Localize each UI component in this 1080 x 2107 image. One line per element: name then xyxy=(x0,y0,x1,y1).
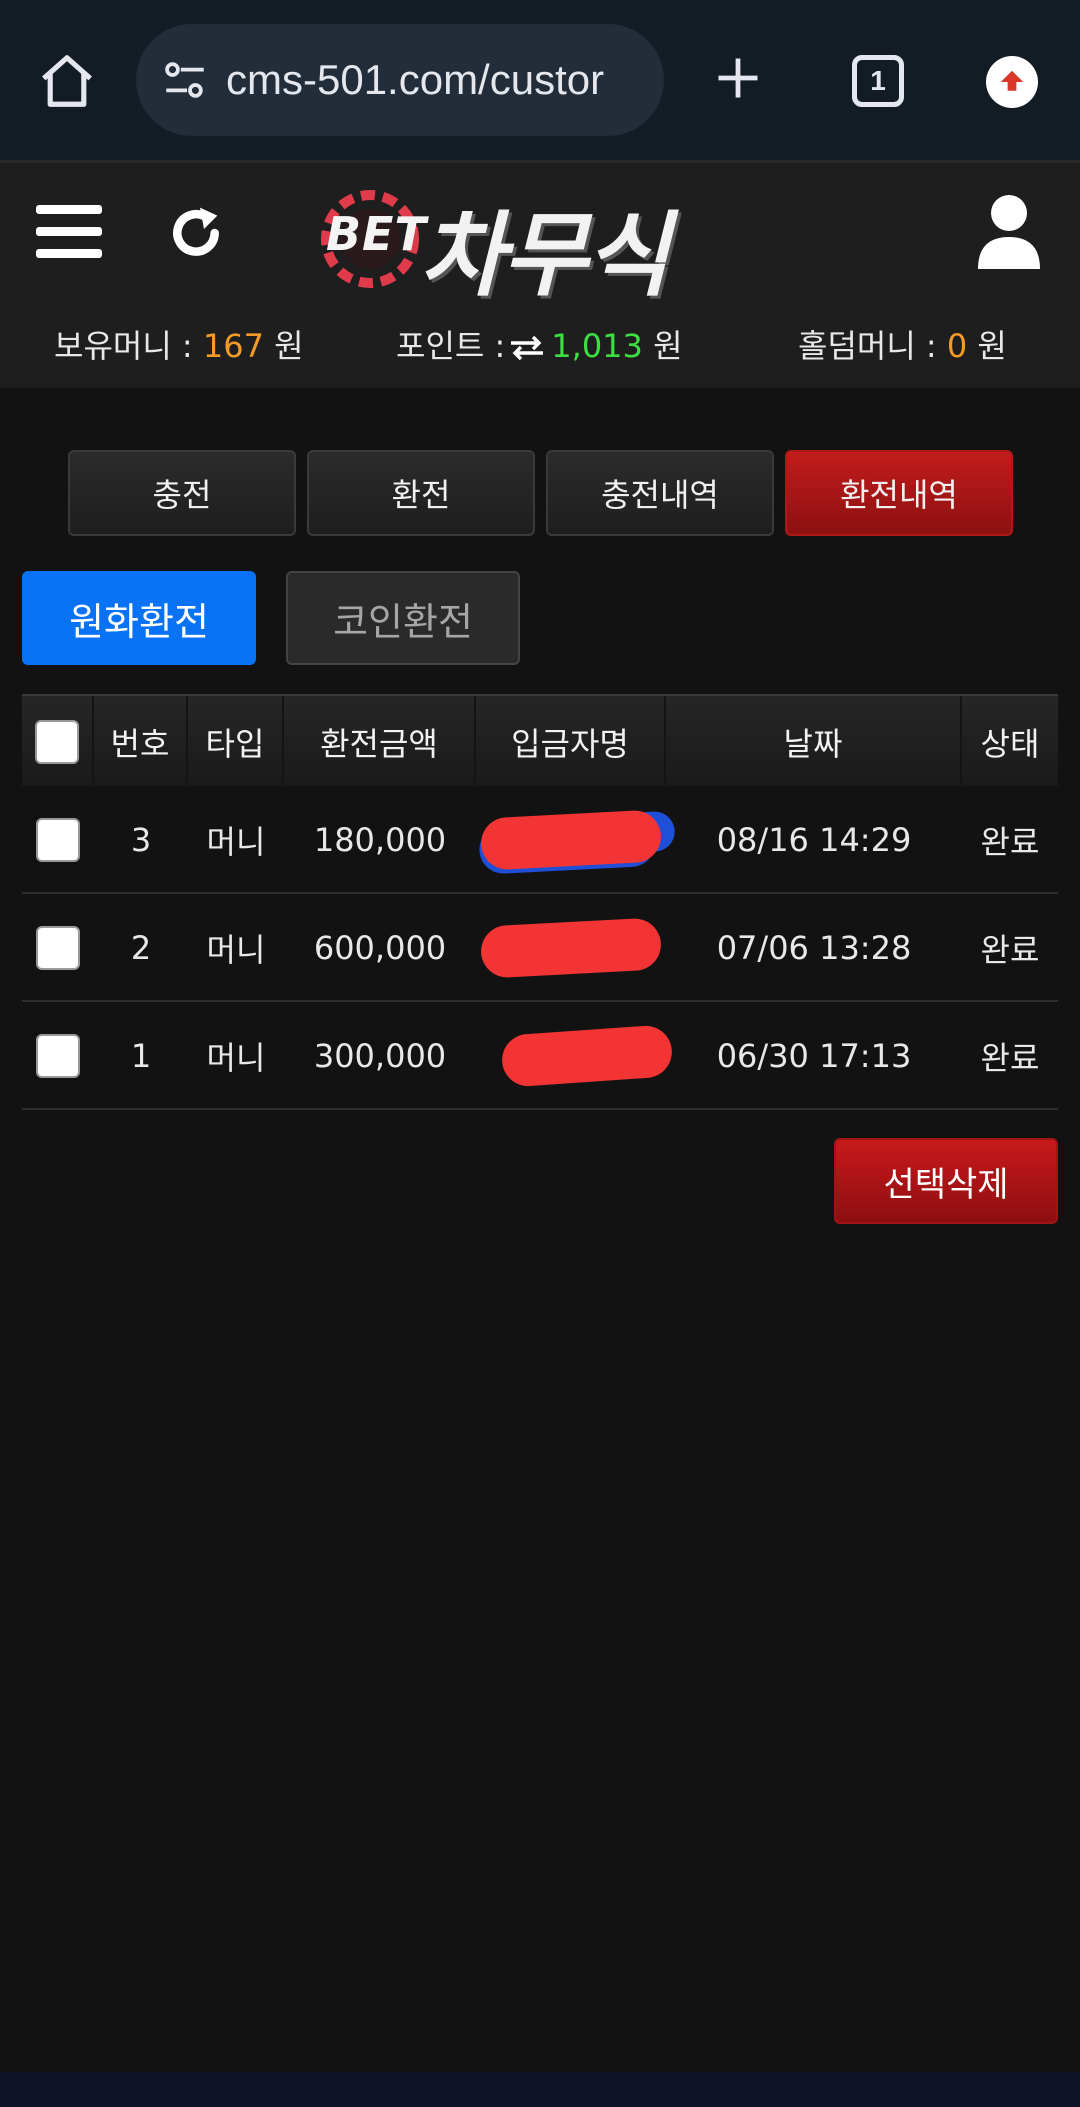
redaction-mark xyxy=(479,917,663,979)
subtab-coin-withdraw[interactable]: 코인환전 xyxy=(286,571,520,665)
column-header-status: 상태 xyxy=(980,725,1040,763)
bottom-navigation-strip xyxy=(0,2072,1080,2107)
withdraw-history-table: 번호 타입 환전금액 입금자명 날짜 상태 3 머니 180,000 08/16… xyxy=(22,694,1058,1110)
cell-amount: 600,000 xyxy=(313,929,447,967)
cell-type: 머니 xyxy=(206,1039,266,1077)
column-header-type: 타입 xyxy=(188,696,284,788)
site-header: BET 차무식 보유머니 : 167 원 포인트 : 1,013 원 홀덤머니 … xyxy=(0,160,1080,388)
cell-no: 1 xyxy=(130,1037,152,1075)
cell-status: 완료 xyxy=(980,1039,1040,1077)
cell-date: 06/30 17:13 xyxy=(716,1037,912,1075)
home-icon[interactable] xyxy=(36,50,98,112)
holdem-value: 0 xyxy=(946,327,968,365)
logo-prefix: BET xyxy=(326,207,427,261)
subtab-krw-withdraw[interactable]: 원화환전 xyxy=(22,571,256,665)
tab-withdraw-history[interactable]: 환전내역 xyxy=(785,450,1013,536)
cell-no: 2 xyxy=(130,929,152,967)
update-icon[interactable] xyxy=(986,56,1038,108)
redaction-mark xyxy=(500,1024,674,1088)
cell-type: 머니 xyxy=(206,931,266,969)
select-all-checkbox[interactable] xyxy=(35,720,79,764)
url-text[interactable]: cms-501.com/custor xyxy=(226,56,604,104)
row-select-cell xyxy=(22,1002,94,1110)
column-header-no: 번호 xyxy=(94,696,188,788)
row-checkbox[interactable] xyxy=(36,926,80,970)
row-select-cell xyxy=(22,786,94,894)
table-row[interactable]: 1 머니 300,000 06/30 17:13 완료 xyxy=(22,1002,1058,1110)
money-balance: 보유머니 : 167 원 xyxy=(54,321,304,367)
tab-deposit-history[interactable]: 충전내역 xyxy=(546,450,774,536)
column-header-date: 날짜 xyxy=(666,696,962,788)
row-select-cell xyxy=(22,894,94,1002)
update-arrow-icon xyxy=(1000,70,1024,91)
logo-brand: 차무식 xyxy=(420,202,670,309)
point-value: 1,013 xyxy=(551,327,643,365)
money-value: 167 xyxy=(202,327,264,365)
cell-depositor xyxy=(476,1002,674,1110)
select-all-cell xyxy=(22,696,94,788)
holdem-label: 홀덤머니 : xyxy=(798,327,937,365)
tabs-icon[interactable]: 1 xyxy=(852,55,904,107)
holdem-unit: 원 xyxy=(977,327,1007,365)
point-label: 포인트 : xyxy=(396,327,506,365)
cell-status: 완료 xyxy=(980,931,1040,969)
row-checkbox[interactable] xyxy=(36,818,80,862)
redaction-mark xyxy=(479,809,663,871)
cell-amount: 300,000 xyxy=(313,1037,447,1075)
tab-count: 1 xyxy=(870,65,886,96)
user-icon[interactable] xyxy=(976,193,1042,271)
tune-icon[interactable] xyxy=(160,55,210,105)
row-checkbox[interactable] xyxy=(36,1034,80,1078)
plus-icon[interactable] xyxy=(712,52,764,104)
delete-selected-button[interactable]: 선택삭제 xyxy=(834,1138,1058,1224)
cell-no: 3 xyxy=(130,821,152,859)
table-row[interactable]: 3 머니 180,000 08/16 14:29 완료 xyxy=(22,786,1058,894)
address-bar[interactable]: cms-501.com/custor xyxy=(136,24,664,136)
cell-depositor xyxy=(476,786,666,894)
refresh-icon[interactable] xyxy=(164,201,228,265)
tab-deposit[interactable]: 충전 xyxy=(68,450,296,536)
column-header-depositor: 입금자명 xyxy=(476,696,666,788)
cell-date: 07/06 13:28 xyxy=(716,929,912,967)
cell-status: 완료 xyxy=(980,823,1040,861)
swap-icon[interactable] xyxy=(509,334,545,362)
site-logo[interactable]: BET 차무식 xyxy=(320,179,750,309)
cell-depositor xyxy=(476,894,666,1002)
cell-amount: 180,000 xyxy=(313,821,447,859)
point-balance[interactable]: 포인트 : 1,013 원 xyxy=(396,321,683,367)
browser-toolbar: cms-501.com/custor 1 xyxy=(0,0,1080,160)
column-header-amount: 환전금액 xyxy=(284,696,476,788)
menu-icon[interactable] xyxy=(36,203,102,261)
table-row[interactable]: 2 머니 600,000 07/06 13:28 완료 xyxy=(22,894,1058,1002)
money-label: 보유머니 : xyxy=(54,327,193,365)
tab-withdraw[interactable]: 환전 xyxy=(307,450,535,536)
cell-date: 08/16 14:29 xyxy=(716,821,912,859)
money-unit: 원 xyxy=(274,327,304,365)
table-header: 번호 타입 환전금액 입금자명 날짜 상태 xyxy=(22,694,1058,788)
balance-row: 보유머니 : 167 원 포인트 : 1,013 원 홀덤머니 : 0 원 xyxy=(0,313,1080,373)
point-unit: 원 xyxy=(653,327,683,365)
holdem-balance: 홀덤머니 : 0 원 xyxy=(798,321,1007,367)
cell-type: 머니 xyxy=(206,823,266,861)
